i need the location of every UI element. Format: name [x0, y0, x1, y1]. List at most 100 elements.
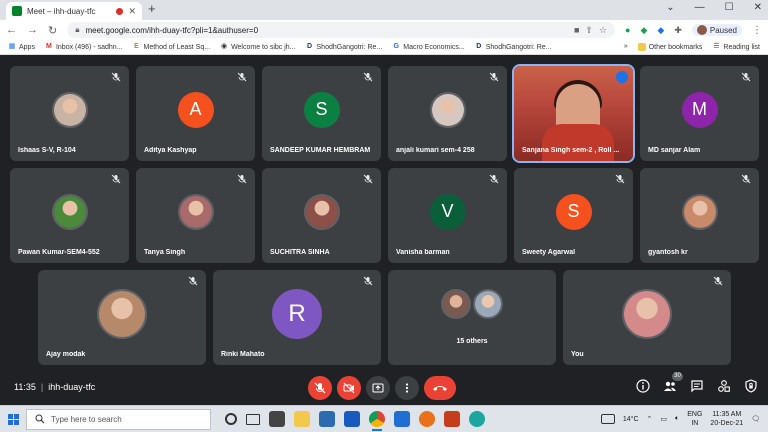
extension-grammarly-icon[interactable]: ● — [625, 25, 630, 35]
participant-tile[interactable]: V Vanisha barman — [388, 168, 507, 263]
mic-muted-icon — [111, 72, 121, 82]
weather-icon[interactable] — [600, 414, 615, 424]
close-window-button[interactable]: ✕ — [754, 2, 762, 13]
powerpoint-icon[interactable] — [444, 411, 460, 427]
url-text[interactable]: meet.google.com/ihh-duay-tfc?pli=1&authu… — [85, 26, 567, 35]
tab-search-button[interactable]: ⌄ — [666, 2, 674, 13]
present-button[interactable] — [366, 376, 390, 400]
chat-button[interactable] — [690, 379, 704, 393]
extension-shield-icon[interactable]: ◆ — [640, 25, 647, 36]
participant-tile[interactable]: 15 others — [388, 270, 556, 365]
more-options-button[interactable] — [395, 376, 419, 400]
bookmark-shodhgangotri-1[interactable]: D ShodhGangotri: Re... — [306, 43, 382, 51]
tab-close-icon[interactable]: ✕ — [128, 6, 136, 17]
present-screen-icon — [372, 383, 384, 393]
bookmark-e-icon: E — [134, 43, 139, 50]
participant-tile[interactable]: A Aditya Kashyap — [136, 66, 255, 161]
meeting-info-button[interactable] — [636, 379, 650, 393]
language-indicator[interactable]: ENG IN — [687, 410, 702, 428]
profile-button[interactable]: Paused — [691, 24, 742, 36]
reload-icon[interactable]: ↻ — [48, 24, 57, 37]
camera-in-use-icon[interactable]: ■ — [574, 25, 579, 35]
participant-tile[interactable]: S SANDEEP KUMAR HEMBRAM — [262, 66, 381, 161]
participant-tile[interactable]: Ishaas S-V, R-104 — [10, 66, 129, 161]
taskbar-apps — [225, 411, 485, 431]
participant-tile[interactable]: gyantosh kr — [640, 168, 759, 263]
bookmark-least-squares[interactable]: E Method of Least Sq... — [133, 43, 210, 51]
participant-tile[interactable]: Ajay modak — [38, 270, 206, 365]
meet-side-controls: 30 — [636, 372, 758, 393]
minimize-button[interactable]: — — [695, 2, 705, 13]
temperature[interactable]: 14°C — [623, 416, 639, 423]
tab-title: Meet – ihh-duay-tfc — [27, 6, 96, 16]
participant-tile[interactable]: Sanjana Singh sem-2 , Roll ... — [512, 64, 635, 163]
bookmark-sibc[interactable]: ◉ Welcome to sibc jh... — [220, 43, 296, 51]
cortana-icon[interactable] — [225, 413, 237, 425]
other-bookmarks[interactable]: Other bookmarks — [637, 43, 702, 51]
shield-lock-icon — [745, 379, 757, 393]
volume-icon[interactable]: 🔈︎ — [675, 415, 679, 423]
extensions-puzzle-icon[interactable]: ✚ — [674, 25, 682, 36]
calculator-icon[interactable] — [269, 411, 285, 427]
network-icon[interactable]: ▭ — [660, 415, 667, 423]
video-shirt — [542, 124, 614, 161]
windows-logo-icon — [7, 413, 19, 425]
lock-icon[interactable]: 🔒︎ — [75, 25, 79, 35]
participant-tile[interactable]: Tanya Singh — [136, 168, 255, 263]
bookmark-apps[interactable]: ▦ Apps — [8, 43, 35, 51]
task-view-icon[interactable] — [246, 413, 260, 425]
new-tab-button[interactable]: + — [148, 1, 156, 16]
clock[interactable]: 11:35 AM 20-Dec-21 — [710, 410, 743, 428]
edge-icon[interactable] — [469, 411, 485, 427]
participant-tile[interactable]: Pawan Kumar-SEM4-552 — [10, 168, 129, 263]
participant-name: Ajay modak — [46, 351, 86, 358]
mic-muted-icon — [188, 276, 198, 286]
start-button[interactable] — [0, 413, 26, 425]
notifications-icon[interactable]: 🗨︎ — [751, 415, 760, 423]
google-icon: G — [393, 43, 399, 50]
globe-icon: ◉ — [221, 43, 228, 50]
chrome-icon[interactable] — [369, 411, 385, 431]
participant-photo — [51, 193, 88, 230]
media-player-icon[interactable] — [419, 411, 435, 427]
host-controls-button[interactable] — [744, 379, 758, 393]
browser-tab-meet[interactable]: Meet – ihh-duay-tfc ✕ — [6, 2, 142, 20]
activities-button[interactable] — [717, 379, 731, 393]
meet-favicon-icon — [12, 6, 22, 16]
file-explorer-icon[interactable] — [294, 411, 310, 427]
back-arrow-icon[interactable]: ← — [6, 24, 17, 36]
participant-name: Tanya Singh — [144, 249, 186, 256]
bookmark-shodhgangotri-2[interactable]: D ShodhGangotri: Re... — [475, 43, 551, 51]
participant-tile[interactable]: R Rinki Mahato — [213, 270, 381, 365]
more-bookmarks-button[interactable]: » — [624, 43, 628, 51]
taskbar-search[interactable]: Type here to search — [26, 408, 211, 430]
bookmark-macro-economics[interactable]: G Macro Economics... — [392, 43, 465, 51]
reading-list[interactable]: ☰ Reading list — [712, 43, 760, 51]
participant-tile[interactable]: You — [563, 270, 731, 365]
people-button[interactable]: 30 — [663, 372, 683, 393]
participant-tile[interactable]: SUCHITRA SINHA — [262, 168, 381, 263]
meeting-time: 11:35 — [14, 382, 36, 392]
mic-muted-icon — [741, 72, 751, 82]
camera-off-icon — [343, 382, 355, 394]
camera-toggle-button[interactable] — [337, 376, 361, 400]
bookmark-gmail[interactable]: M Inbox (496) - sadhn... — [45, 43, 122, 51]
participant-tile[interactable]: anjali kumari sem-4 258 — [388, 66, 507, 161]
extension-blue-icon[interactable]: ◆ — [657, 25, 664, 36]
participant-tile[interactable]: M MD sanjar Alam — [640, 66, 759, 161]
address-bar[interactable]: 🔒︎ meet.google.com/ihh-duay-tfc?pli=1&au… — [67, 22, 616, 38]
leave-call-button[interactable] — [424, 376, 456, 400]
mic-muted-icon — [363, 174, 373, 184]
browser-menu-icon[interactable]: ⋮ — [752, 25, 762, 36]
mail-icon[interactable] — [394, 411, 410, 427]
bookmark-star-icon[interactable]: ☆ — [599, 25, 607, 36]
participant-photo — [429, 91, 466, 128]
word-icon[interactable] — [344, 411, 360, 427]
participant-tile[interactable]: S Sweety Agarwal — [514, 168, 633, 263]
mic-toggle-button[interactable] — [308, 376, 332, 400]
tray-expand-icon[interactable]: ⌃ — [647, 415, 653, 423]
maximize-button[interactable]: ☐ — [725, 2, 734, 13]
share-icon[interactable]: ⇪ — [585, 25, 593, 36]
forward-arrow-icon[interactable]: → — [27, 24, 38, 36]
store-icon[interactable] — [319, 411, 335, 427]
